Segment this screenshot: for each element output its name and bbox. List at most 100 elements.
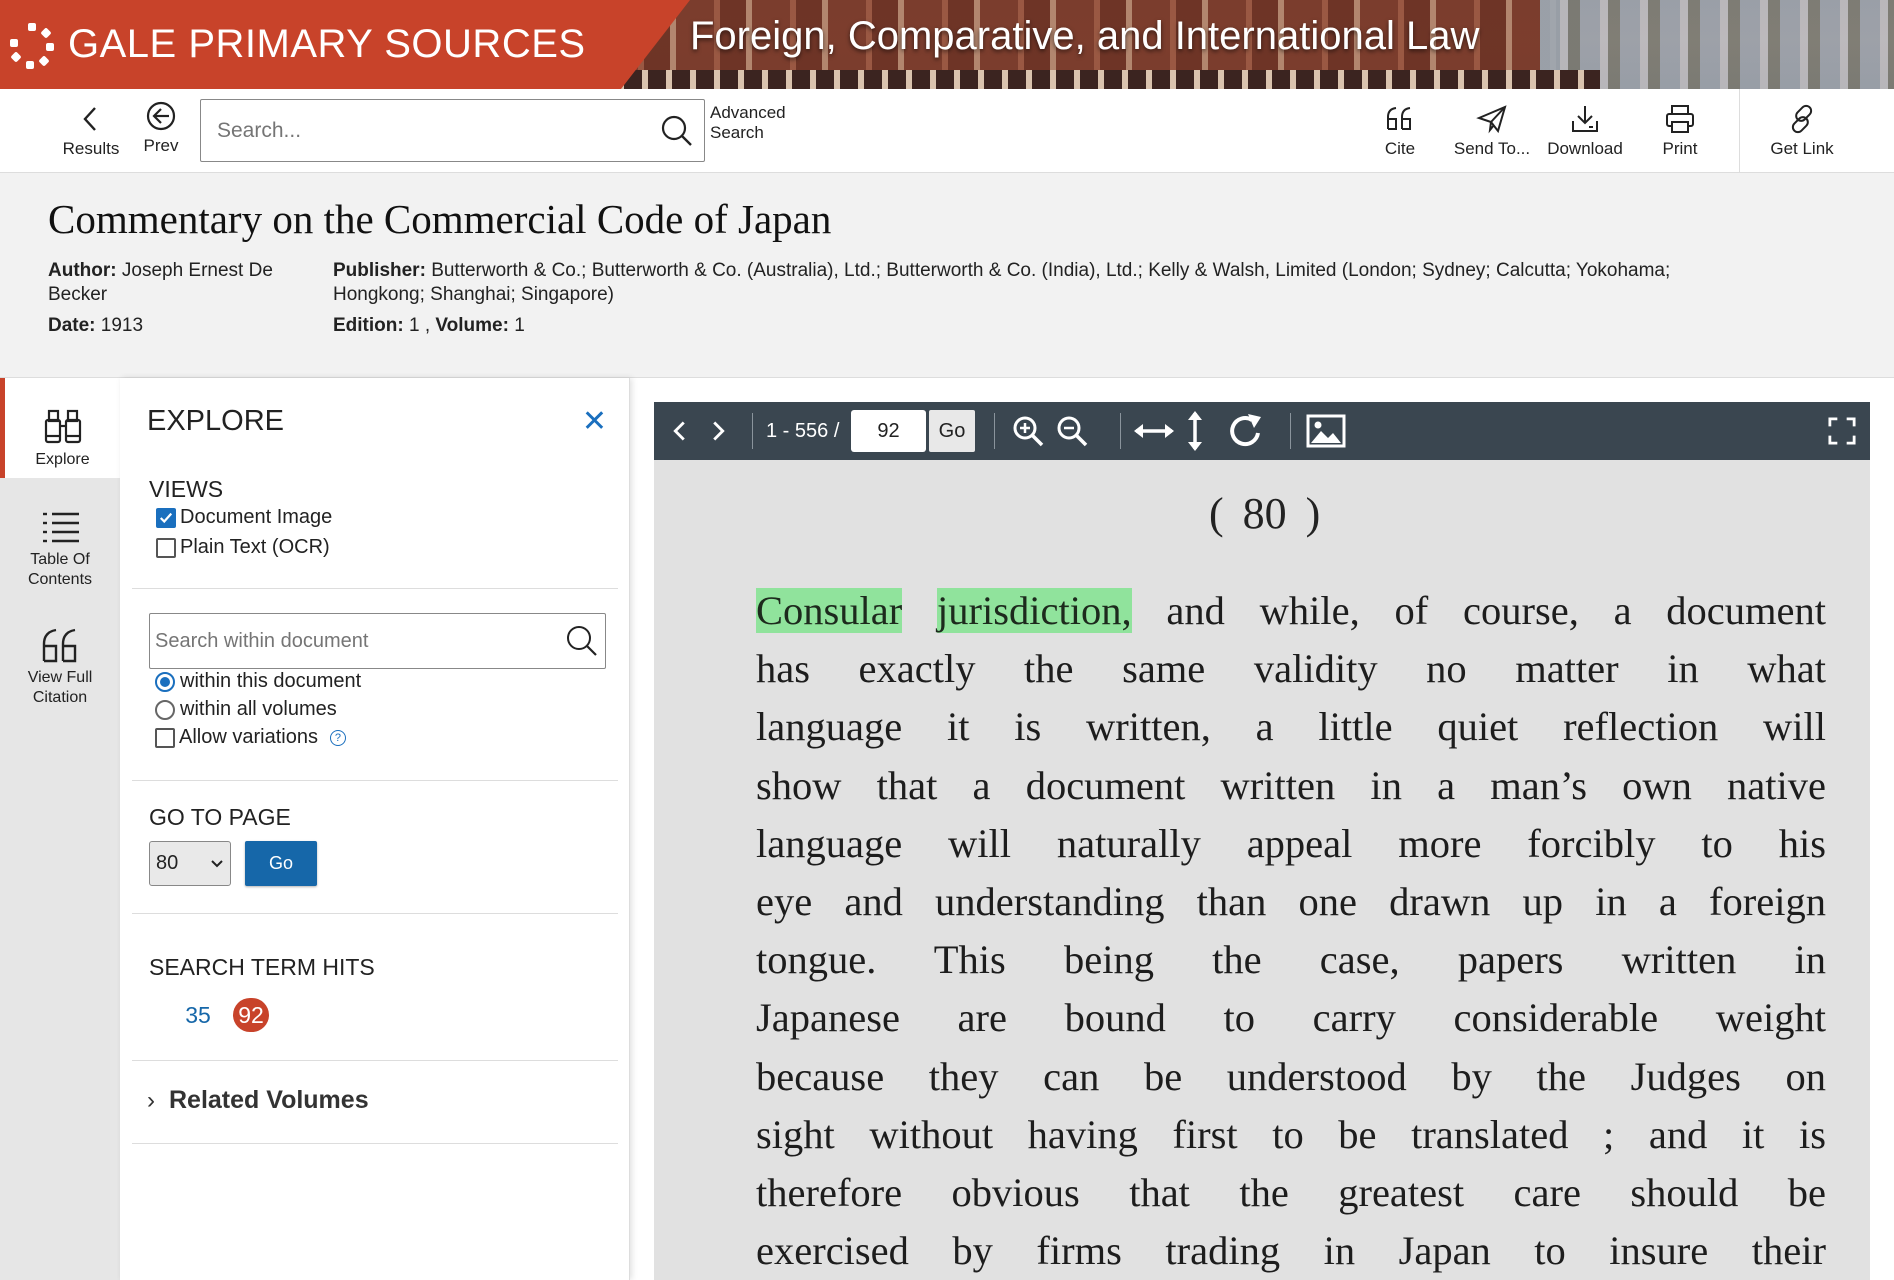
allow-variations-label: Allow variations [179, 726, 318, 748]
scan-line: exercised by firms trading in Japan to i… [756, 1228, 1826, 1274]
edition-label: Edition: [333, 315, 404, 336]
cite-label: Cite [1384, 139, 1416, 158]
results-label: Results [62, 139, 120, 158]
rail-toc-label-2: Contents [27, 571, 93, 588]
fit-width-icon [1134, 424, 1174, 438]
divider [132, 780, 618, 781]
scan-line: Japanese are bound to carry considerable… [756, 995, 1826, 1041]
go-button[interactable]: Go [929, 410, 975, 452]
close-icon[interactable]: ✕ [582, 407, 607, 437]
get-link-label: Get Link [1770, 139, 1834, 158]
rail-view-full-citation[interactable]: View Full Citation [0, 626, 120, 708]
fullscreen-icon [1828, 417, 1856, 445]
divider [1290, 413, 1291, 449]
rail-explore[interactable]: Explore [0, 378, 120, 478]
next-page-button[interactable] [702, 402, 734, 460]
scan-line: therefore obvious that the greatest care… [756, 1170, 1826, 1216]
fit-height-button[interactable] [1180, 402, 1210, 460]
advanced-search-link[interactable]: Advanced Search [710, 103, 810, 143]
go-to-page-button[interactable]: Go [245, 841, 317, 886]
allow-variations-option[interactable]: Allow variations ? [155, 726, 346, 749]
view-plain-text-option[interactable]: Plain Text (OCR) [156, 536, 330, 559]
scan-text: Consular jurisdiction, and while, of cou… [756, 582, 1826, 1280]
zoom-in-button[interactable] [1008, 402, 1048, 460]
previous-page-button[interactable] [664, 402, 696, 460]
rail-table-of-contents[interactable]: Table Of Contents [0, 508, 120, 590]
fit-width-button[interactable] [1132, 402, 1176, 460]
search-highlight: jurisdiction, [937, 588, 1132, 633]
search-icon[interactable] [565, 624, 599, 658]
related-volumes-label: Related Volumes [169, 1086, 369, 1114]
volume-value: 1 [514, 315, 525, 336]
checkbox-checked-icon[interactable] [156, 507, 176, 528]
send-to-label: Send To... [1453, 139, 1531, 158]
date-value: 1913 [100, 315, 144, 336]
search-within-input[interactable] [150, 614, 550, 668]
download-button[interactable]: Download [1547, 89, 1623, 173]
download-icon [1572, 106, 1598, 132]
fullscreen-button[interactable] [1824, 402, 1860, 460]
date-field: Date: 1913 [48, 314, 143, 338]
results-button[interactable]: Results [58, 89, 124, 173]
page-number-input[interactable]: 92 [851, 410, 926, 452]
go-to-page-value: 80 [156, 852, 179, 874]
scan-line: tongue. This being the case, papers writ… [756, 937, 1826, 983]
within-all-volumes-option[interactable]: within all volumes [155, 698, 337, 721]
prev-button[interactable]: Prev [136, 86, 186, 170]
publisher-label: Publisher: [333, 260, 426, 281]
print-button[interactable]: Print [1652, 89, 1708, 173]
search-hit-page[interactable]: 35 [178, 998, 218, 1032]
brand-title: GALE PRIMARY SOURCES [68, 22, 586, 66]
advanced-search-line1: Advanced [710, 103, 786, 122]
explore-title: EXPLORE [147, 405, 284, 437]
within-all-volumes-label: within all volumes [180, 698, 337, 720]
search-box [200, 99, 705, 162]
image-settings-button[interactable] [1302, 402, 1350, 460]
banner-windows [600, 70, 1600, 89]
search-icon[interactable] [660, 114, 694, 148]
cite-button[interactable]: Cite [1372, 89, 1428, 173]
gale-logo-icon [8, 21, 56, 69]
radio-icon[interactable] [155, 699, 175, 720]
within-this-document-option[interactable]: within this document [155, 670, 361, 693]
divider [1120, 413, 1121, 449]
author-field: Author: Joseph Ernest De Becker [48, 259, 303, 307]
scan-page-number: ( 80 ) [1209, 489, 1321, 538]
zoom-out-button[interactable] [1052, 402, 1092, 460]
rotate-button[interactable] [1224, 402, 1268, 460]
divider [132, 1143, 618, 1144]
zoom-in-icon [1013, 416, 1044, 447]
divider [132, 1060, 618, 1061]
divider [752, 413, 753, 449]
publisher-field: Publisher: Butterworth & Co.; Butterwort… [333, 259, 1763, 307]
help-icon[interactable]: ? [329, 729, 346, 746]
related-volumes-toggle[interactable]: › Related Volumes [147, 1086, 369, 1115]
send-to-button[interactable]: Send To... [1450, 89, 1534, 173]
download-label: Download [1547, 139, 1623, 158]
go-to-page-select[interactable]: 80 [149, 841, 231, 886]
viewer-toolbar: 1 - 556 / 92 Go [654, 402, 1870, 460]
image-icon [1306, 414, 1346, 448]
link-icon [1791, 104, 1813, 134]
checkbox-icon[interactable] [156, 537, 176, 558]
header-banner: GALE PRIMARY SOURCES Foreign, Comparativ… [0, 0, 1894, 89]
collection-title: Foreign, Comparative, and International … [690, 14, 1480, 58]
view-document-image-option[interactable]: Document Image [156, 506, 332, 529]
search-within-box [149, 613, 606, 669]
checkbox-icon[interactable] [155, 727, 175, 748]
binoculars-icon [44, 409, 81, 444]
go-to-page-title: GO TO PAGE [149, 804, 291, 830]
scan-line: because they can be understood by the Ju… [756, 1053, 1826, 1099]
chevron-left-icon [673, 421, 685, 441]
advanced-search-line2: Search [710, 123, 764, 142]
scan-line-text: and while, of course, a document [1166, 588, 1827, 633]
document-page-image[interactable]: ( 80 ) Consular jurisdiction, and while,… [654, 460, 1870, 1280]
get-link-button[interactable]: Get Link [1766, 89, 1838, 173]
search-term-hits-title: SEARCH TERM HITS [149, 954, 375, 980]
search-input[interactable] [201, 100, 641, 161]
radio-selected-icon[interactable] [155, 671, 175, 692]
brand-area[interactable]: GALE PRIMARY SOURCES [0, 0, 690, 89]
document-title: Commentary on the Commercial Code of Jap… [48, 196, 832, 242]
search-hit-page-current[interactable]: 92 [233, 998, 269, 1032]
views-title: VIEWS [149, 476, 224, 502]
